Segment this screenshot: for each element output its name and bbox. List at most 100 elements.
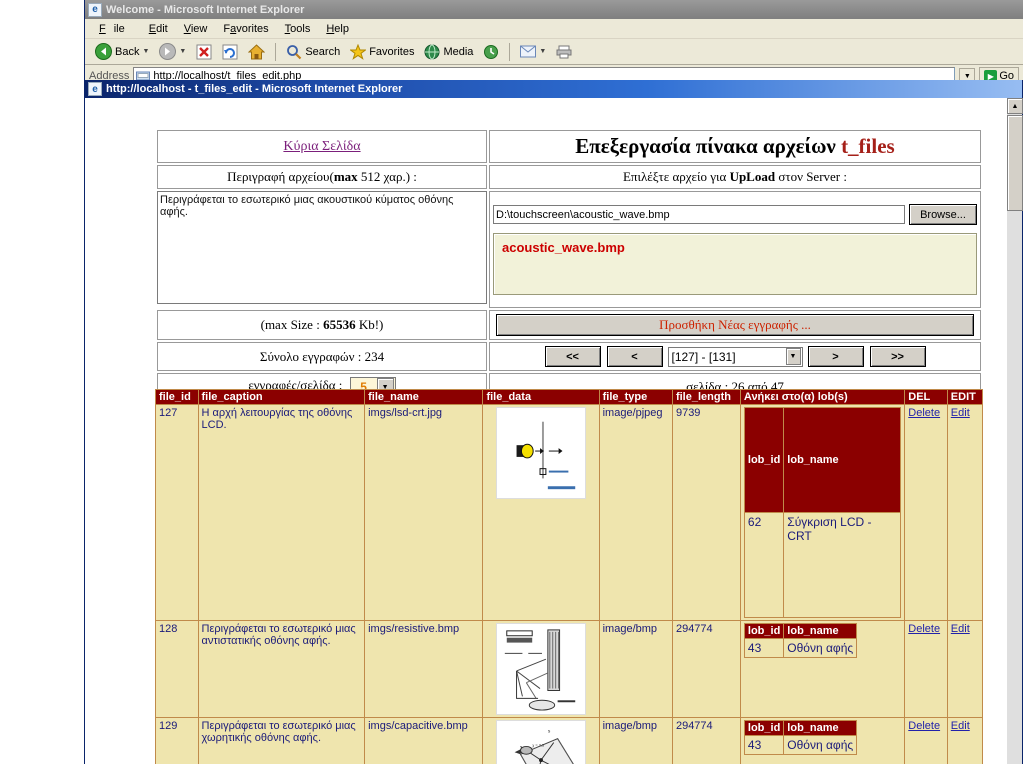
records-grid: file_id file_caption file_name file_data… [155,389,984,764]
lob-name-header: lob_name [783,720,858,736]
cell-file-type: image/bmp [598,717,673,764]
add-record-cell: Προσθήκη Νέας εγγραφής ... [489,310,981,340]
chevron-down-icon[interactable]: ▼ [785,348,801,365]
media-globe-icon [424,44,440,59]
col-del[interactable]: DEL [904,389,948,405]
nav-first-button[interactable]: << [544,346,601,367]
lob-name-value: Οθόνη αφής [783,638,858,658]
refresh-button[interactable] [218,42,242,62]
menu-item-favorites[interactable]: Favorites [215,21,276,37]
page-title-cell: Επεξεργασία πίνακα αρχείων t_files [489,130,981,163]
cell-file-id: 128 [155,620,199,718]
cell-delete: Delete [904,620,948,718]
col-file-id[interactable]: file_id [155,389,199,405]
description-textarea[interactable] [157,191,487,304]
nav-last-button[interactable]: >> [869,346,926,367]
file-path-input[interactable]: D:\touchscreen\acoustic_wave.bmp [493,205,905,224]
menu-item-tools[interactable]: Tools [277,21,319,37]
lob-row: 62 Σύγκριση LCD - CRT [743,512,902,618]
cell-file-caption: Περιγράφεται το εσωτερικό μιας χωρητικής… [197,717,366,764]
back-arrow-icon [95,43,112,60]
lob-row: 43 Οθόνη αφής [743,638,858,658]
record-range-select[interactable]: [127] - [131] ▼ [667,346,803,367]
forward-dropdown-icon[interactable]: ▼ [179,48,186,55]
col-file-type[interactable]: file_type [598,389,673,405]
table-row: 127 Η αρχή λειτουργίας της οθόνης LCD. i… [155,404,984,621]
page-vertical-scrollbar[interactable]: ▲ [1006,98,1023,764]
edit-link[interactable]: Edit [951,407,970,419]
cell-file-type: image/bmp [598,620,673,718]
pagination-controls: << < [127] - [131] ▼ > >> [494,346,976,367]
delete-link[interactable]: Delete [908,720,940,732]
toolbar-separator [275,42,277,61]
form-row-inputs: D:\touchscreen\acoustic_wave.bmp Browse.… [157,191,981,308]
lob-header-row: lob_id lob_name [743,623,858,639]
back-dropdown-icon[interactable]: ▼ [142,48,149,55]
col-file-caption[interactable]: file_caption [197,389,366,405]
cell-edit: Edit [946,620,984,718]
printer-icon [556,45,572,58]
page-title-prefix: Επεξεργασία πίνακα αρχείων [575,134,842,158]
inner-window-titlebar: e http://localhost - t_files_edit - Micr… [85,80,1022,98]
delete-link[interactable]: Delete [908,623,940,635]
records-grid-wrapper: file_id file_caption file_name file_data… [155,389,984,764]
mail-dropdown-icon[interactable]: ▼ [539,48,546,55]
history-icon [484,44,499,59]
home-icon [248,43,266,59]
nav-next-button[interactable]: > [807,346,864,367]
menu-item-help[interactable]: Help [318,21,357,37]
cell-file-data [482,404,600,621]
lob-name-value: Σύγκριση LCD - CRT [783,512,902,618]
scroll-up-arrow-icon[interactable]: ▲ [1007,98,1023,114]
edit-link[interactable]: Edit [951,623,970,635]
internet-explorer-icon-inner: e [88,82,102,96]
menu-item-view[interactable]: View [176,21,216,37]
media-button[interactable]: Media [420,42,477,62]
thumbnail-resistive [496,623,587,715]
col-file-name[interactable]: file_name [364,389,484,405]
browse-button[interactable]: Browse... [909,204,977,225]
upload-form-table: Κύρια Σελίδα Επεξεργασία πίνακα αρχείων … [155,128,983,428]
back-button[interactable]: Back ▼ [91,41,153,62]
forward-button[interactable]: ▼ [155,41,190,62]
edit-link[interactable]: Edit [951,720,970,732]
lob-id-header: lob_id [743,407,785,513]
search-button[interactable]: Search [282,42,344,62]
nav-prev-button[interactable]: < [606,346,663,367]
cell-file-id: 129 [155,717,199,764]
media-button-label: Media [443,45,474,58]
scrollbar-thumb[interactable] [1007,115,1023,211]
main-page-link[interactable]: Κύρια Σελίδα [283,139,360,154]
delete-link[interactable]: Delete [908,407,940,419]
print-button[interactable] [552,43,576,61]
col-lobs[interactable]: Ανήκει στο(α) lob(s) [739,389,906,405]
cell-file-data [482,620,600,718]
col-file-length[interactable]: file_length [671,389,741,405]
col-file-data[interactable]: file_data [482,389,600,405]
menu-item-file[interactable]: File [91,21,141,37]
upload-label-b: στον Server : [775,169,847,184]
cell-file-caption: Η αρχή λειτουργίας της οθόνης LCD. [197,404,366,621]
stop-button[interactable] [192,42,216,62]
menu-item-edit[interactable]: Edit [141,21,176,37]
lob-name-header: lob_name [783,623,858,639]
inner-window-title: http://localhost - t_files_edit - Micros… [106,83,403,95]
lob-table: lob_id lob_name 43 Οθόνη αφής [743,623,858,658]
home-button[interactable] [244,42,269,62]
record-range-value: [127] - [131] [671,349,736,364]
mail-button[interactable]: ▼ [516,43,550,60]
add-new-record-button[interactable]: Προσθήκη Νέας εγγραφής ... [496,314,974,336]
lob-header-row: lob_id lob_name [743,720,858,736]
forward-arrow-icon [159,43,177,60]
cell-file-type: image/pjpeg [598,404,673,621]
description-label-cell: Περιγραφή αρχείου(max 512 χαρ.) : [157,165,487,189]
internet-explorer-icon: e [88,2,102,17]
upload-label-a: Επιλέξτε αρχείο για [622,169,730,184]
refresh-icon [222,44,238,59]
col-edit[interactable]: EDIT [946,389,984,405]
table-row: 129 Περιγράφεται το εσωτερικό μιας χωρητ… [155,717,984,764]
total-records-cell: Σύνολο εγγραφών : 234 [157,342,487,371]
favorites-button[interactable]: Favorites [346,42,418,62]
inner-browser-window: e http://localhost - t_files_edit - Micr… [84,80,1023,764]
history-button[interactable] [479,42,503,62]
